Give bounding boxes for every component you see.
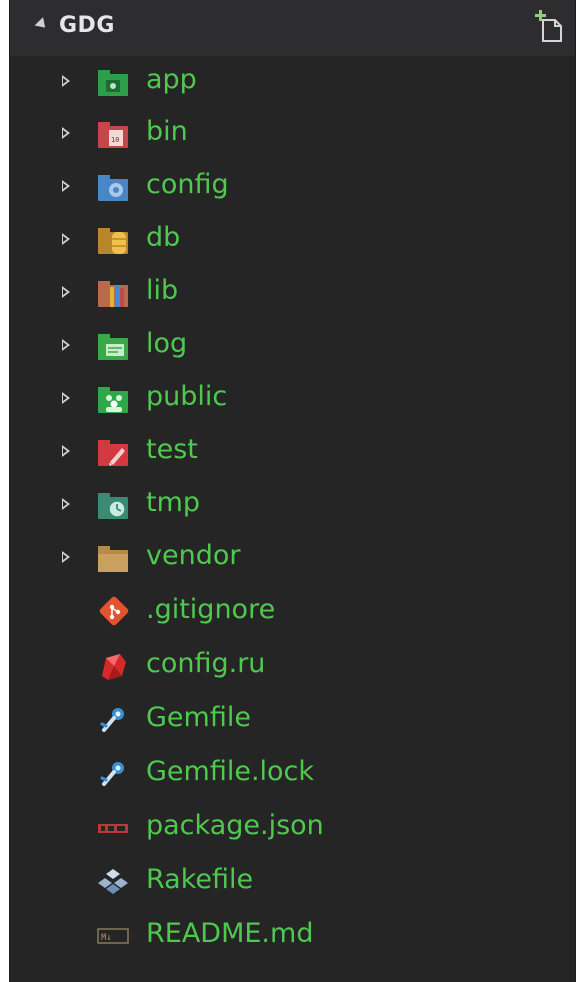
tree-item-db[interactable]: db bbox=[10, 214, 575, 266]
expand-chevron-icon[interactable] bbox=[62, 445, 70, 457]
folder-config-icon bbox=[98, 175, 128, 201]
tree-item-label: Rakefile bbox=[146, 864, 254, 895]
svg-text:M↓: M↓ bbox=[101, 933, 112, 943]
expand-chevron-icon[interactable] bbox=[62, 180, 70, 192]
rake-icon bbox=[98, 869, 128, 894]
expand-chevron-icon[interactable] bbox=[62, 286, 70, 298]
tree-item-gitignore[interactable]: .gitignore bbox=[10, 586, 575, 638]
expand-chevron-icon[interactable] bbox=[62, 339, 70, 351]
tree-item-test[interactable]: test bbox=[10, 426, 575, 478]
folder-test-icon bbox=[98, 440, 128, 466]
tree-item-label: lib bbox=[146, 275, 179, 306]
tree-item-label: package.json bbox=[146, 810, 324, 841]
ruby-icon bbox=[102, 654, 126, 680]
tree-item-tmp[interactable]: tmp bbox=[10, 479, 575, 531]
expand-chevron-icon[interactable] bbox=[62, 233, 70, 245]
tree-item-label: bin bbox=[146, 116, 188, 147]
collapse-chevron-icon[interactable] bbox=[34, 17, 50, 32]
markdown-icon: M↓ bbox=[97, 928, 129, 944]
tree-item-label: README.md bbox=[146, 918, 314, 949]
tree-item-label: public bbox=[146, 381, 228, 412]
expand-chevron-icon[interactable] bbox=[62, 75, 70, 87]
tree-item-label: app bbox=[146, 64, 197, 95]
tree-item-config-ru[interactable]: config.ru bbox=[10, 640, 575, 692]
git-icon bbox=[99, 596, 129, 626]
folder-app-icon bbox=[98, 70, 128, 96]
tree-item-app[interactable]: app bbox=[10, 56, 575, 108]
tree-item-package-json[interactable]: package.json bbox=[10, 802, 575, 854]
tree-item-lib[interactable]: lib bbox=[10, 267, 575, 319]
expand-chevron-icon[interactable] bbox=[62, 498, 70, 510]
explorer-panel: GDG app 10 bin config db lib log public … bbox=[9, 0, 576, 982]
new-file-icon[interactable] bbox=[533, 8, 565, 44]
folder-log-icon bbox=[98, 334, 128, 360]
tree-item-vendor[interactable]: vendor bbox=[10, 532, 575, 584]
folder-tmp-icon bbox=[98, 493, 128, 519]
tree-item-rakefile[interactable]: Rakefile bbox=[10, 856, 575, 908]
tree-item-gemfile-lock[interactable]: Gemfile.lock bbox=[10, 748, 575, 800]
tree-item-label: Gemfile bbox=[146, 702, 251, 733]
bundler-icon bbox=[100, 762, 124, 786]
tree-item-label: test bbox=[146, 434, 198, 465]
expand-chevron-icon[interactable] bbox=[62, 392, 70, 404]
tree-item-config[interactable]: config bbox=[10, 161, 575, 213]
tree-item-label: Gemfile.lock bbox=[146, 756, 315, 787]
tree-item-bin[interactable]: 10 bin bbox=[10, 108, 575, 160]
expand-chevron-icon[interactable] bbox=[62, 127, 70, 139]
tree-item-label: tmp bbox=[146, 487, 201, 518]
project-title: GDG bbox=[59, 13, 115, 38]
tree-item-label: config.ru bbox=[146, 648, 266, 679]
tree-item-label: db bbox=[146, 222, 181, 253]
tree-item-label: config bbox=[146, 169, 229, 200]
svg-text:10: 10 bbox=[111, 136, 119, 144]
tree-item-gemfile[interactable]: Gemfile bbox=[10, 694, 575, 746]
tree-item-label: log bbox=[146, 328, 188, 359]
explorer-header[interactable]: GDG bbox=[10, 0, 575, 56]
folder-binary-icon: 10 bbox=[98, 122, 128, 148]
tree-item-label: vendor bbox=[146, 540, 241, 571]
bundler-icon bbox=[100, 708, 124, 732]
tree-item-label: .gitignore bbox=[146, 594, 276, 625]
expand-chevron-icon[interactable] bbox=[62, 551, 70, 563]
npm-icon bbox=[98, 824, 128, 833]
tree-item-public[interactable]: public bbox=[10, 373, 575, 425]
folder-database-icon bbox=[98, 228, 128, 254]
tree-item-readme[interactable]: M↓ README.md bbox=[10, 910, 575, 962]
folder-vendor-icon bbox=[98, 546, 128, 572]
folder-lib-icon bbox=[98, 281, 128, 307]
folder-public-icon bbox=[98, 387, 128, 413]
tree-item-log[interactable]: log bbox=[10, 320, 575, 372]
